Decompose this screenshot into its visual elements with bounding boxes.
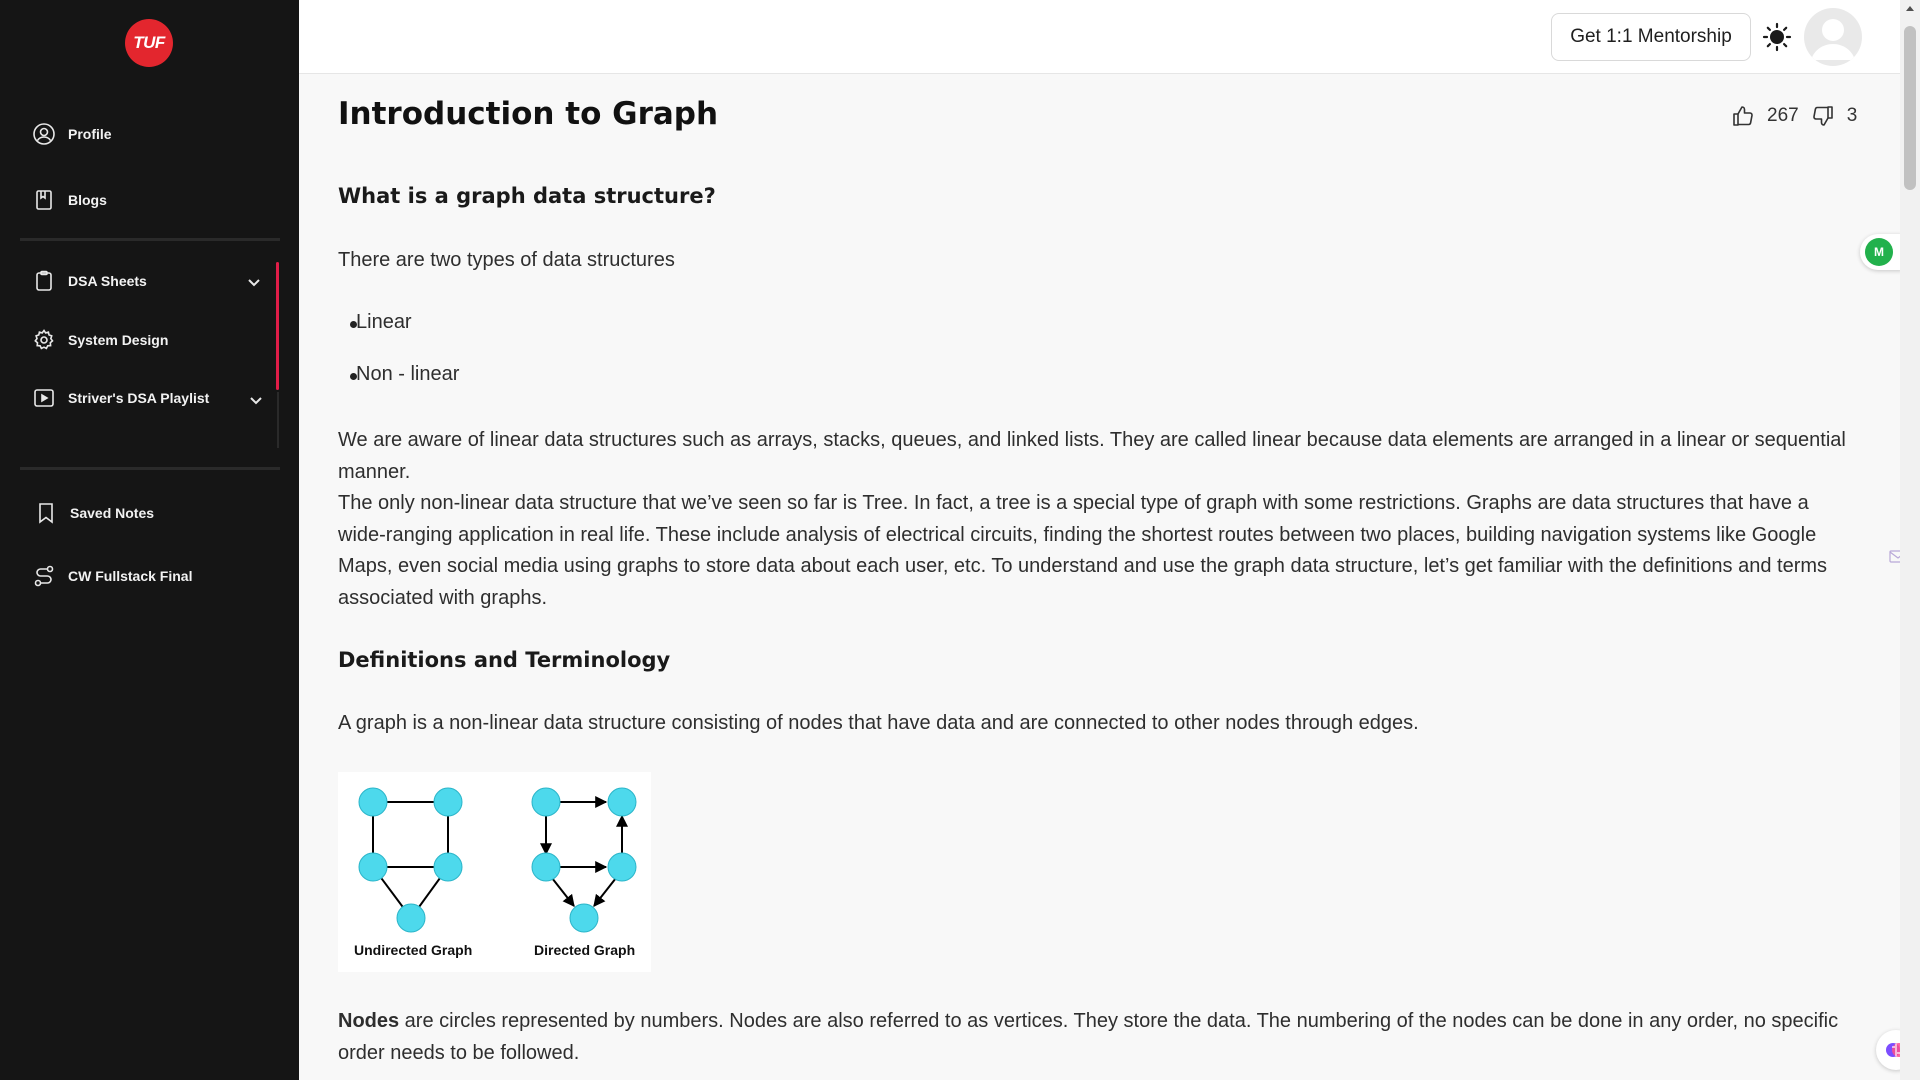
sidebar-item-label: DSA Sheets <box>68 273 147 289</box>
sidebar-divider <box>20 238 280 241</box>
sidebar-item-system-design[interactable]: System Design <box>32 328 168 352</box>
sidebar-item-dsa-sheets[interactable]: DSA Sheets <box>32 269 147 293</box>
graph-node <box>358 787 388 817</box>
bookmark-icon <box>39 503 53 524</box>
graph-node <box>433 787 463 817</box>
graph-node <box>607 852 637 882</box>
section-heading: Definitions and Terminology <box>338 648 671 672</box>
sidebar-item-label: Saved Notes <box>70 505 155 521</box>
sidebar-item-label: Profile <box>68 126 112 142</box>
sidebar-item-label: Striver's DSA Playlist <box>68 390 210 406</box>
sidebar-item-saved-notes[interactable]: Saved Notes <box>34 501 154 525</box>
clipboard-icon <box>36 270 52 291</box>
thumbs-down-icon[interactable] <box>1811 104 1835 128</box>
graph-node <box>396 903 426 933</box>
section-heading: What is a graph data structure? <box>338 184 716 208</box>
sidebar-divider <box>20 467 280 470</box>
m-badge: M <box>1865 238 1893 266</box>
sidebar-item-label: Blogs <box>68 192 107 208</box>
graph-illustration: Undirected Graph Directed Graph <box>338 772 651 972</box>
paragraph-nodes-text: are circles represented by numbers. Node… <box>338 1010 1839 1064</box>
figure-label-undirected: Undirected Graph <box>354 942 473 958</box>
page-title: Introduction to Graph <box>338 96 719 132</box>
paragraph: Nodes are circles represented by numbers… <box>338 1006 1858 1069</box>
sidebar: TUF Profile Blogs DSA Sheets System Desi… <box>0 0 299 1080</box>
sidebar-item-blogs[interactable]: Blogs <box>32 188 107 212</box>
avatar[interactable] <box>1804 8 1862 66</box>
graph-node <box>569 903 599 933</box>
sidebar-scroll-indicator[interactable] <box>276 262 279 390</box>
tuf-logo[interactable]: TUF <box>125 19 173 67</box>
gear-icon <box>34 329 54 350</box>
sidebar-item-profile[interactable]: Profile <box>32 122 112 146</box>
sun-icon[interactable] <box>1762 22 1792 52</box>
sidebar-item-dsa-playlist[interactable]: Striver's DSA Playlist <box>32 386 209 410</box>
avatar-icon <box>1811 19 1855 60</box>
vote-bar: 267 3 <box>1731 104 1857 128</box>
paragraph: There are two types of data structures <box>338 249 675 271</box>
graph-node <box>358 852 388 882</box>
m-extension-widget[interactable]: M <box>1860 234 1902 270</box>
paragraph: A graph is a non-linear data structure c… <box>338 712 1419 734</box>
sidebar-scroll-track <box>277 392 279 448</box>
sidebar-item-cw-fullstack[interactable]: CW Fullstack Final <box>32 564 192 588</box>
graph-node <box>531 787 561 817</box>
graph-node <box>433 852 463 882</box>
term-nodes: Nodes <box>338 1010 400 1032</box>
top-header: Get 1:1 Mentorship <box>299 0 1900 74</box>
book-icon <box>36 190 52 210</box>
graph-node <box>531 852 561 882</box>
play-icon <box>34 389 54 407</box>
thumbs-up-icon[interactable] <box>1731 104 1755 128</box>
figure-label-directed: Directed Graph <box>534 942 636 958</box>
sidebar-item-label: CW Fullstack Final <box>68 568 193 584</box>
graph-node <box>607 787 637 817</box>
scroll-up-arrow[interactable] <box>1906 6 1914 11</box>
logo-text: TUF <box>133 33 165 52</box>
chevron-down-icon[interactable] <box>246 274 262 290</box>
like-count: 267 <box>1767 105 1799 126</box>
paragraph: We are aware of linear data structures s… <box>338 429 1846 483</box>
mentorship-button[interactable]: Get 1:1 Mentorship <box>1551 13 1751 61</box>
chevron-down-icon[interactable] <box>248 392 264 408</box>
page-scrollbar[interactable] <box>1900 0 1920 1080</box>
route-icon <box>34 565 54 587</box>
dislike-count: 3 <box>1846 105 1858 126</box>
list-item: Non - linear <box>350 363 459 386</box>
paragraph: The only non-linear data structure that … <box>338 492 1828 609</box>
scrollbar-thumb[interactable] <box>1904 26 1916 190</box>
sidebar-item-label: System Design <box>68 332 169 348</box>
list-item: Linear <box>350 311 412 334</box>
user-circle-icon <box>33 123 55 145</box>
